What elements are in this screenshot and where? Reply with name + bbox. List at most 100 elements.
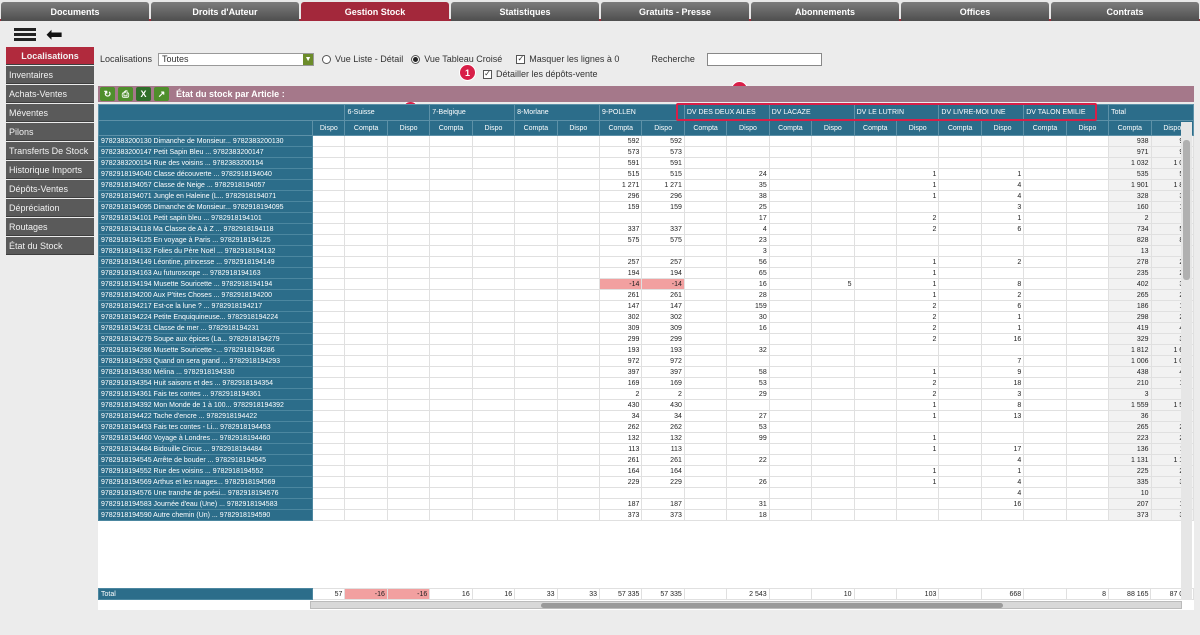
sidebar-item-transferts-de-stock[interactable]: Transferts De Stock <box>6 142 94 160</box>
table-row[interactable]: 9782918194286 Musette Souricette -... 97… <box>98 344 1194 356</box>
group-header[interactable]: DV LE LUTRIN <box>853 104 940 121</box>
table-row[interactable]: 9782918194422 Tache d'encre ... 97829181… <box>98 410 1194 422</box>
sub-header-compta[interactable]: Compta <box>683 120 728 136</box>
horizontal-scrollbar[interactable] <box>310 601 1182 609</box>
table-row[interactable]: 9782918194149 Léontine, princesse ... 97… <box>98 256 1194 268</box>
table-row[interactable]: 9782383200130 Dimanche de Monsieur... 97… <box>98 135 1194 147</box>
table-row[interactable]: 9782383200147 Petit Sapin Bleu ... 97823… <box>98 146 1194 158</box>
group-header[interactable]: DV LIVRE-MOI UNE <box>938 104 1025 121</box>
table-row[interactable]: 9782918194569 Arthus et les nuages... 97… <box>98 476 1194 488</box>
tab-abonnements[interactable]: Abonnements <box>751 2 899 21</box>
table-row[interactable]: 9782918194231 Classe de mer ... 97829181… <box>98 322 1194 334</box>
vue-liste-radio[interactable] <box>322 54 332 64</box>
group-header[interactable]: 6-Suisse <box>344 104 431 121</box>
table-row[interactable]: 9782918194361 Fais tes contes ... 978291… <box>98 388 1194 400</box>
table-row[interactable]: 9782918194057 Classe de Neige ... 978291… <box>98 179 1194 191</box>
table-row[interactable]: 9782918194095 Dimanche de Monsieur... 97… <box>98 201 1194 213</box>
table-row[interactable]: 9782918194279 Soupe aux épices (La... 97… <box>98 333 1194 345</box>
sub-header-compta[interactable]: Compta <box>938 120 982 136</box>
sidebar-item-d-pr-ciation[interactable]: Dépréciation <box>6 199 94 217</box>
table-row[interactable]: 9782918194576 Une tranche de poési... 97… <box>98 487 1194 499</box>
sidebar-item-routages[interactable]: Routages <box>6 218 94 236</box>
tab-droits-d-auteur[interactable]: Droits d'Auteur <box>151 2 299 21</box>
table-row[interactable]: 9782918194545 Arrête de bouder ... 97829… <box>98 454 1194 466</box>
table-row[interactable]: 9782918194453 Fais tes contes - Li... 97… <box>98 421 1194 433</box>
sidebar-item-historique-imports[interactable]: Historique Imports <box>6 161 94 179</box>
detailler-checkbox[interactable]: ✓ <box>483 69 492 79</box>
sidebar-item-pilons[interactable]: Pilons <box>6 123 94 141</box>
table-row[interactable]: 9782918194163 Au futuroscope ... 9782918… <box>98 267 1194 279</box>
table-row[interactable]: 9782918194194 Musette Souricette ... 978… <box>98 278 1194 290</box>
sub-header-compta[interactable]: Compta <box>429 120 473 136</box>
table-row[interactable]: 9782918194583 Journée d'eau (Une) ... 97… <box>98 498 1194 510</box>
table-row[interactable]: 9782918194330 Mélina ... 9782918194330 39… <box>98 366 1194 378</box>
table-row[interactable]: 9782918194217 Est-ce la lune ? ... 97829… <box>98 300 1194 312</box>
sub-header-dispo[interactable]: Dispo <box>641 120 685 136</box>
menu-icon[interactable] <box>14 26 36 43</box>
table-row[interactable]: 9782918194590 Autre chemin (Un) ... 9782… <box>98 509 1194 521</box>
sidebar-item-inventaires[interactable]: Inventaires <box>6 66 94 84</box>
table-row[interactable]: 9782918194484 Bidouille Circus ... 97829… <box>98 443 1194 455</box>
group-header[interactable]: Total <box>1108 104 1194 121</box>
value-cell: 24 <box>726 168 770 180</box>
tab-documents[interactable]: Documents <box>1 2 149 21</box>
search-input[interactable] <box>706 52 822 66</box>
sub-header-dispo[interactable]: Dispo <box>556 120 601 136</box>
sub-header-dispo[interactable]: Dispo <box>726 120 770 136</box>
table-row[interactable]: 9782918194040 Classe découverte ... 9782… <box>98 168 1194 180</box>
sub-header-compta[interactable]: Compta <box>598 120 643 136</box>
sub-header-dispo[interactable]: Dispo <box>471 120 516 136</box>
refresh-icon[interactable]: ↻ <box>100 87 115 101</box>
sub-header-dispo[interactable]: Dispo <box>386 120 431 136</box>
group-header[interactable]: DV LACAZE <box>768 104 855 121</box>
table-row[interactable]: 9782383200154 Rue des voisins ... 978238… <box>98 157 1194 169</box>
sub-header-dispo[interactable]: Dispo <box>895 120 940 136</box>
sidebar-item-localisations[interactable]: Localisations <box>6 47 94 65</box>
sub-header-dispo[interactable]: Dispo <box>1065 120 1110 136</box>
localisations-select[interactable]: Toutes ▼ <box>158 52 315 66</box>
table-row[interactable]: 9782918194118 Ma Classe de A à Z ... 978… <box>98 223 1194 235</box>
back-arrow-icon[interactable]: ⬅ <box>46 24 63 44</box>
sub-header-compta[interactable]: Compta <box>853 120 897 136</box>
sidebar-item-m-ventes[interactable]: Méventes <box>6 104 94 122</box>
tab-gestion-stock[interactable]: Gestion Stock <box>301 2 449 21</box>
group-header[interactable]: DV TALON EMILIE <box>1023 104 1110 121</box>
table-row[interactable]: 9782918194460 Voyage à Londres ... 97829… <box>98 432 1194 444</box>
sidebar-item--tat-du-stock[interactable]: État du Stock <box>6 237 94 255</box>
sub-header-compta[interactable]: Compta <box>1023 120 1067 136</box>
group-header[interactable]: 7-Belgique <box>429 104 516 121</box>
tab-gratuits-presse[interactable]: Gratuits - Presse <box>601 2 749 21</box>
vue-tableau-radio[interactable] <box>411 54 421 64</box>
sub-header-dispo[interactable]: Dispo <box>980 120 1025 136</box>
sub-header-dispo[interactable]: Dispo <box>811 120 855 136</box>
sub-header-compta[interactable]: Compta <box>514 120 558 136</box>
expand-icon[interactable]: ↗ <box>154 87 169 101</box>
group-header[interactable]: 8-Morlane <box>514 104 600 121</box>
sub-header-compta[interactable]: Compta <box>1108 120 1152 136</box>
masquer-checkbox[interactable]: ✓ <box>516 54 526 64</box>
tab-offices[interactable]: Offices <box>901 2 1049 21</box>
group-header[interactable]: DV DES DEUX AILES <box>683 104 770 121</box>
sidebar-item-d-p-ts-ventes[interactable]: Dépôts-Ventes <box>6 180 94 198</box>
tab-statistiques[interactable]: Statistiques <box>451 2 599 21</box>
table-row[interactable]: 9782918194354 Huit saisons et des ... 97… <box>98 377 1194 389</box>
chevron-down-icon[interactable]: ▼ <box>303 53 314 65</box>
table-row[interactable]: 9782918194293 Quand on sera grand ... 97… <box>98 355 1194 367</box>
table-row[interactable]: 9782918194224 Petite Enquiquineuse... 97… <box>98 311 1194 323</box>
table-row[interactable]: 9782918194200 Aux P'tites Choses ... 978… <box>98 289 1194 301</box>
table-row[interactable]: 9782918194552 Rue des voisins ... 978291… <box>98 465 1194 477</box>
table-row[interactable]: 9782918194132 Folies du Père Noël ... 97… <box>98 245 1194 257</box>
sub-header-compta[interactable]: Compta <box>344 120 388 136</box>
table-row[interactable]: 9782918194125 En voyage à Paris ... 9782… <box>98 234 1194 246</box>
table-row[interactable]: 9782918194101 Petit sapin bleu ... 97829… <box>98 212 1194 224</box>
table-row[interactable]: 9782918194392 Mon Monde de 1 à 100... 97… <box>98 399 1194 411</box>
sub-header-dispo[interactable]: Dispo <box>312 120 346 136</box>
tab-contrats[interactable]: Contrats <box>1051 2 1199 21</box>
print-icon[interactable]: ⎙ <box>118 87 133 101</box>
sidebar-item-achats-ventes[interactable]: Achats-Ventes <box>6 85 94 103</box>
excel-icon[interactable]: X <box>136 87 151 101</box>
sub-header-compta[interactable]: Compta <box>768 120 813 136</box>
table-row[interactable]: 9782918194071 Jungle en Haleine (L... 97… <box>98 190 1194 202</box>
group-header[interactable]: 9-POLLEN <box>599 104 685 121</box>
vertical-scrollbar[interactable] <box>1181 122 1192 600</box>
